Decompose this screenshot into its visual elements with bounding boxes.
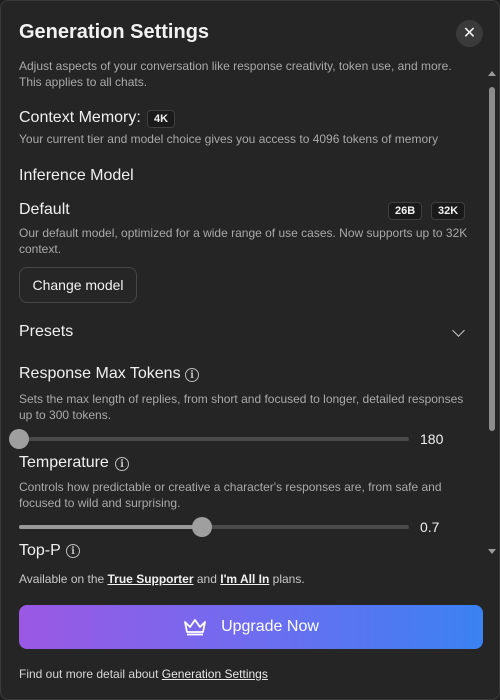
close-button[interactable]: ✕	[456, 20, 483, 47]
slider-thumb[interactable]	[192, 517, 213, 537]
top-p-availability: Available on the True Supporter and I'm …	[19, 572, 305, 586]
true-supporter-link[interactable]: True Supporter	[108, 572, 194, 586]
response-max-tokens-value: 180	[420, 431, 444, 447]
generation-settings-panel: Generation Settings ✕ Adjust aspects of …	[0, 0, 500, 700]
response-max-tokens-description: Sets the max length of replies, from sho…	[19, 392, 464, 422]
availability-mid: and	[193, 572, 221, 586]
availability-prefix: Available on the	[19, 572, 108, 586]
change-model-button[interactable]: Change model	[19, 267, 137, 303]
model-name: Default	[19, 201, 70, 218]
panel-title: Generation Settings	[19, 21, 210, 43]
temperature-label: Temperature	[19, 454, 109, 471]
model-size-badge: 26B	[388, 202, 423, 220]
footer-text: Find out more detail about Generation Se…	[19, 667, 268, 681]
response-max-tokens-slider[interactable]	[9, 429, 409, 449]
upgrade-now-button[interactable]: Upgrade Now	[19, 605, 483, 649]
slider-thumb[interactable]	[9, 429, 29, 449]
scrollbar[interactable]	[487, 67, 497, 559]
context-memory-description: Your current tier and model choice gives…	[19, 132, 439, 146]
slider-fill	[19, 525, 203, 529]
temperature-value: 0.7	[420, 519, 440, 535]
model-context-badge: 32K	[431, 202, 466, 220]
model-description: Our default model, optimized for a wide …	[19, 226, 468, 256]
generation-settings-link[interactable]: Generation Settings	[162, 667, 268, 681]
scrollbar-thumb[interactable]	[489, 87, 495, 431]
close-icon: ✕	[462, 24, 477, 42]
scroll-down-arrow-icon[interactable]	[488, 549, 496, 554]
presets-label[interactable]: Presets	[19, 323, 73, 341]
panel-description: Adjust aspects of your conversation like…	[19, 59, 452, 89]
info-icon[interactable]: i	[185, 368, 199, 382]
temperature-slider[interactable]	[19, 517, 409, 537]
info-icon[interactable]: i	[115, 457, 129, 471]
crown-icon	[184, 619, 206, 636]
footer-prefix: Find out more detail about	[19, 667, 162, 681]
upgrade-now-label: Upgrade Now	[221, 618, 319, 635]
im-all-in-link[interactable]: I'm All In	[220, 572, 269, 586]
inference-model-heading: Inference Model	[19, 167, 134, 184]
top-p-label: Top-P	[19, 542, 61, 559]
temperature-description: Controls how predictable or creative a c…	[19, 480, 442, 510]
scroll-up-arrow-icon[interactable]	[488, 71, 496, 76]
chevron-down-icon[interactable]	[452, 324, 465, 337]
context-memory-badge: 4K	[147, 110, 176, 128]
response-max-tokens-label: Response Max Tokens	[19, 365, 181, 382]
slider-track	[19, 437, 409, 441]
info-icon[interactable]: i	[66, 544, 80, 558]
context-memory-label: Context Memory:	[19, 109, 141, 126]
availability-suffix: plans.	[269, 572, 305, 586]
